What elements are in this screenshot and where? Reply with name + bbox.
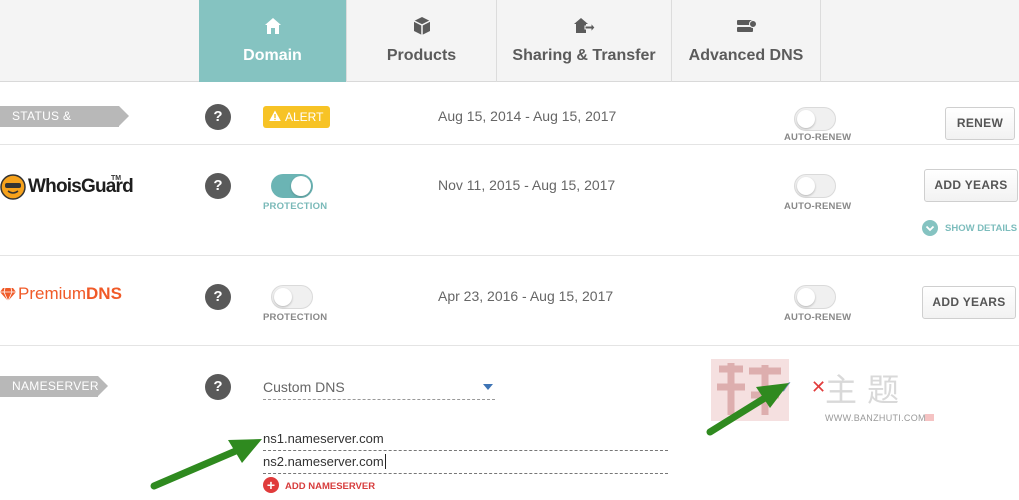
green-arrow-icon [150, 439, 262, 490]
green-arrow-icon [706, 383, 789, 436]
annotation-arrows [150, 383, 789, 490]
